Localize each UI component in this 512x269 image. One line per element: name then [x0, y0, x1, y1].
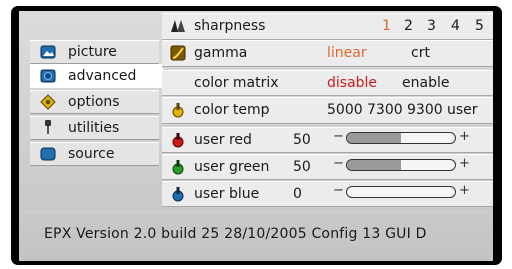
- color-temp-option-5000[interactable]: 5000: [327, 101, 363, 119]
- utilities-icon: [45, 120, 51, 134]
- setting-row-color-matrix[interactable]: color matrix disable enable: [162, 70, 493, 96]
- user-blue-value: 0: [293, 186, 302, 202]
- sidebar-item-utilities[interactable]: utilities: [30, 116, 159, 140]
- sharpness-option-1[interactable]: 1: [382, 17, 391, 35]
- setting-row-gamma[interactable]: gamma linear crt: [162, 40, 493, 67]
- setting-row-user-blue[interactable]: user blue 0 − +: [162, 181, 493, 207]
- color-matrix-option-enable[interactable]: enable: [402, 74, 449, 92]
- user-green-icon: [172, 160, 184, 175]
- sidebar-item-source[interactable]: source: [30, 142, 159, 166]
- user-blue-label: user blue: [194, 186, 260, 202]
- gamma-option-linear[interactable]: linear: [327, 44, 367, 62]
- sidebar-item-label: source: [68, 146, 115, 162]
- gamma-option-crt[interactable]: crt: [411, 44, 430, 62]
- picture-icon: [40, 45, 56, 59]
- sharpness-label: sharpness: [194, 18, 266, 34]
- user-red-value: 50: [293, 132, 311, 148]
- sharpness-icon: [171, 20, 185, 32]
- sharpness-option-4[interactable]: 4: [451, 17, 460, 35]
- user-green-plus[interactable]: +: [459, 155, 470, 173]
- user-blue-plus[interactable]: +: [459, 182, 470, 200]
- user-red-minus[interactable]: −: [333, 128, 344, 146]
- setting-row-user-green[interactable]: user green 50 − +: [162, 154, 493, 180]
- advanced-icon: [40, 69, 56, 83]
- setting-row-user-red[interactable]: user red 50 − +: [162, 127, 493, 153]
- footer-divider: [19, 211, 493, 212]
- color-matrix-label: color matrix: [194, 75, 279, 91]
- source-icon: [40, 147, 56, 161]
- user-green-label: user green: [194, 159, 270, 175]
- user-red-plus[interactable]: +: [459, 128, 470, 146]
- user-blue-slider[interactable]: [346, 186, 456, 198]
- slider-fill: [347, 160, 401, 170]
- user-red-slider[interactable]: [346, 132, 456, 144]
- user-blue-icon: [172, 187, 184, 202]
- user-green-value: 50: [293, 159, 311, 175]
- sidebar-item-label: utilities: [68, 120, 120, 136]
- color-temp-label: color temp: [194, 102, 270, 118]
- sidebar-item-label: options: [68, 94, 120, 110]
- gamma-label: gamma: [194, 45, 248, 61]
- sidebar-item-label: advanced: [68, 68, 137, 84]
- sidebar-item-label: picture: [68, 44, 117, 60]
- options-icon: [40, 94, 56, 110]
- user-green-slider[interactable]: [346, 159, 456, 171]
- setting-row-sharpness[interactable]: sharpness 1 2 3 4 5: [162, 13, 493, 40]
- sidebar-item-advanced[interactable]: advanced: [30, 64, 163, 88]
- color-matrix-option-disable[interactable]: disable: [327, 74, 377, 92]
- version-footer: EPX Version 2.0 build 25 28/10/2005 Conf…: [44, 226, 427, 242]
- color-temp-option-user[interactable]: user: [447, 101, 478, 119]
- sharpness-option-3[interactable]: 3: [427, 17, 436, 35]
- slider-fill: [347, 133, 401, 143]
- sidebar-item-options[interactable]: options: [30, 90, 159, 114]
- setting-row-color-temp[interactable]: color temp 5000 7300 9300 user: [162, 97, 493, 124]
- color-temp-icon: [172, 103, 184, 118]
- color-temp-option-7300[interactable]: 7300: [367, 101, 403, 119]
- user-red-label: user red: [194, 132, 252, 148]
- color-temp-option-9300[interactable]: 9300: [407, 101, 443, 119]
- user-red-icon: [172, 133, 184, 148]
- sharpness-option-2[interactable]: 2: [404, 17, 413, 35]
- gamma-icon: [170, 45, 186, 61]
- sharpness-option-5[interactable]: 5: [475, 17, 484, 35]
- user-green-minus[interactable]: −: [333, 155, 344, 173]
- sidebar-item-picture[interactable]: picture: [30, 40, 159, 64]
- user-blue-minus[interactable]: −: [333, 182, 344, 200]
